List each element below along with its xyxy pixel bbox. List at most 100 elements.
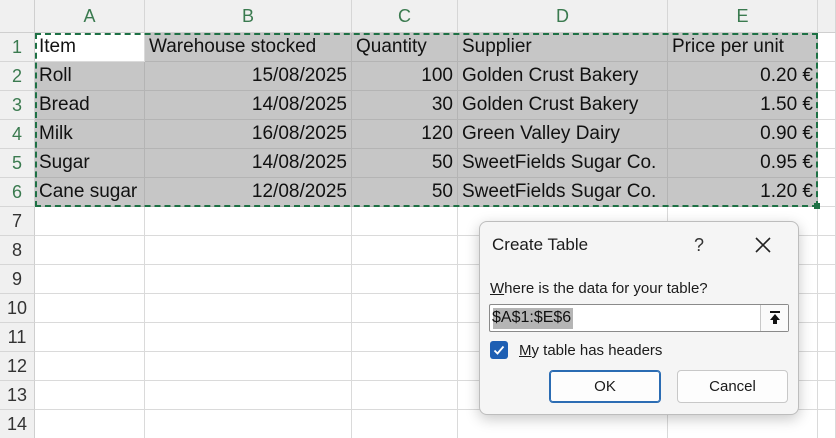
cell-overflow-12	[818, 352, 836, 381]
cell-a1[interactable]: Item	[35, 33, 145, 62]
cell-a6[interactable]: Cane sugar	[35, 178, 145, 207]
row-header-4[interactable]: 4	[0, 120, 35, 149]
row-header-3[interactable]: 3	[0, 91, 35, 120]
column-header-b[interactable]: B	[145, 0, 352, 33]
close-button[interactable]	[748, 230, 778, 260]
range-input[interactable]	[492, 307, 762, 329]
cell-b7[interactable]	[145, 207, 352, 236]
ok-button[interactable]: OK	[549, 370, 661, 403]
cell-b11[interactable]	[145, 323, 352, 352]
cell-d3[interactable]: Golden Crust Bakery	[458, 91, 668, 120]
row-header-8[interactable]: 8	[0, 236, 35, 265]
cell-overflow-10	[818, 294, 836, 323]
row-header-10[interactable]: 10	[0, 294, 35, 323]
cell-a2[interactable]: Roll	[35, 62, 145, 91]
cell-overflow-6	[818, 178, 836, 207]
cell-b12[interactable]	[145, 352, 352, 381]
row-header-2[interactable]: 2	[0, 62, 35, 91]
range-prompt-label: Where is the data for your table?	[490, 280, 708, 297]
cell-c13[interactable]	[352, 381, 458, 410]
cell-d6[interactable]: SweetFields Sugar Co.	[458, 178, 668, 207]
headers-checkbox[interactable]	[490, 341, 508, 359]
cell-c11[interactable]	[352, 323, 458, 352]
cell-a11[interactable]	[35, 323, 145, 352]
close-icon	[755, 237, 771, 253]
cell-overflow-13	[818, 381, 836, 410]
cell-b1[interactable]: Warehouse stocked	[145, 33, 352, 62]
cell-c10[interactable]	[352, 294, 458, 323]
cell-overflow-2	[818, 62, 836, 91]
cell-c14[interactable]	[352, 410, 458, 438]
cell-c6[interactable]: 50	[352, 178, 458, 207]
cell-d4[interactable]: Green Valley Dairy	[458, 120, 668, 149]
cell-c5[interactable]: 50	[352, 149, 458, 178]
cell-a10[interactable]	[35, 294, 145, 323]
cell-b5[interactable]: 14/08/2025	[145, 149, 352, 178]
cell-e5[interactable]: 0.95 €	[668, 149, 818, 178]
collapse-dialog-button[interactable]	[760, 305, 788, 331]
cancel-button[interactable]: Cancel	[677, 370, 788, 403]
cell-b10[interactable]	[145, 294, 352, 323]
cell-c7[interactable]	[352, 207, 458, 236]
cell-a8[interactable]	[35, 236, 145, 265]
cell-c1[interactable]: Quantity	[352, 33, 458, 62]
cell-overflow-1	[818, 33, 836, 62]
cell-e1[interactable]: Price per unit	[668, 33, 818, 62]
cell-d5[interactable]: SweetFields Sugar Co.	[458, 149, 668, 178]
cell-c4[interactable]: 120	[352, 120, 458, 149]
cell-overflow-11	[818, 323, 836, 352]
cell-e6[interactable]: 1.20 €	[668, 178, 818, 207]
row-header-5[interactable]: 5	[0, 149, 35, 178]
cell-a7[interactable]	[35, 207, 145, 236]
column-header-c[interactable]: C	[352, 0, 458, 33]
select-all-corner[interactable]	[0, 0, 35, 33]
row-header-1[interactable]: 1	[0, 33, 35, 62]
cell-c2[interactable]: 100	[352, 62, 458, 91]
cell-e2[interactable]: 0.20 €	[668, 62, 818, 91]
cell-b13[interactable]	[145, 381, 352, 410]
help-button[interactable]: ?	[684, 230, 714, 260]
column-header-e[interactable]: E	[668, 0, 818, 33]
cell-overflow-14	[818, 410, 836, 438]
cell-a12[interactable]	[35, 352, 145, 381]
cell-overflow-4	[818, 120, 836, 149]
cell-e3[interactable]: 1.50 €	[668, 91, 818, 120]
cell-b8[interactable]	[145, 236, 352, 265]
cell-overflow-7	[818, 207, 836, 236]
cell-b9[interactable]	[145, 265, 352, 294]
cell-a14[interactable]	[35, 410, 145, 438]
cell-a13[interactable]	[35, 381, 145, 410]
range-field[interactable]	[489, 304, 789, 332]
create-table-dialog: Create Table ? Where is the data for you…	[479, 221, 799, 415]
cell-a5[interactable]: Sugar	[35, 149, 145, 178]
headers-checkbox-label[interactable]: My table has headers	[519, 342, 662, 359]
row-header-14[interactable]: 14	[0, 410, 35, 438]
column-header-a[interactable]: A	[35, 0, 145, 33]
cell-c8[interactable]	[352, 236, 458, 265]
cell-overflow-3	[818, 91, 836, 120]
cell-c12[interactable]	[352, 352, 458, 381]
cell-b2[interactable]: 15/08/2025	[145, 62, 352, 91]
cell-overflow-5	[818, 149, 836, 178]
cell-b6[interactable]: 12/08/2025	[145, 178, 352, 207]
row-header-13[interactable]: 13	[0, 381, 35, 410]
cell-d2[interactable]: Golden Crust Bakery	[458, 62, 668, 91]
cell-a4[interactable]: Milk	[35, 120, 145, 149]
cell-d1[interactable]: Supplier	[458, 33, 668, 62]
cell-a3[interactable]: Bread	[35, 91, 145, 120]
checkmark-icon	[493, 345, 505, 355]
cell-a9[interactable]	[35, 265, 145, 294]
row-header-12[interactable]: 12	[0, 352, 35, 381]
cell-c3[interactable]: 30	[352, 91, 458, 120]
cell-b14[interactable]	[145, 410, 352, 438]
cell-b4[interactable]: 16/08/2025	[145, 120, 352, 149]
cell-b3[interactable]: 14/08/2025	[145, 91, 352, 120]
row-header-7[interactable]: 7	[0, 207, 35, 236]
row-header-6[interactable]: 6	[0, 178, 35, 207]
cell-c9[interactable]	[352, 265, 458, 294]
row-header-11[interactable]: 11	[0, 323, 35, 352]
column-header-d[interactable]: D	[458, 0, 668, 33]
cell-overflow-8	[818, 236, 836, 265]
row-header-9[interactable]: 9	[0, 265, 35, 294]
cell-e4[interactable]: 0.90 €	[668, 120, 818, 149]
